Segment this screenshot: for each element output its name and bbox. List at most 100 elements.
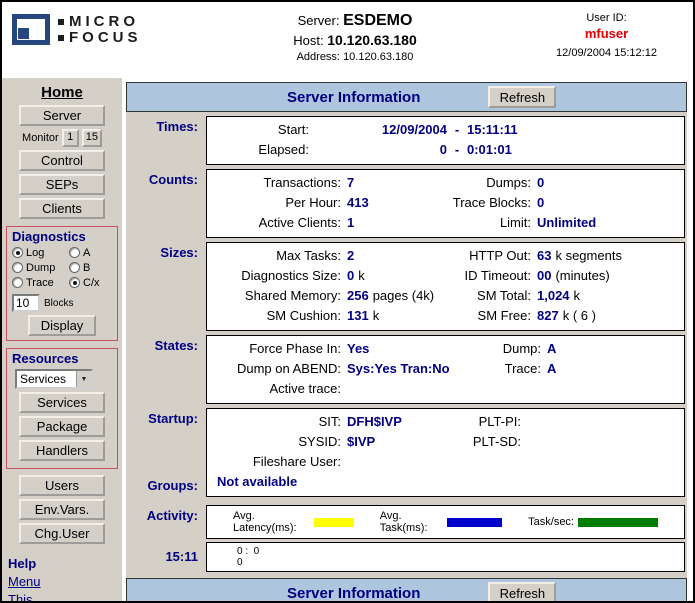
display-button[interactable]: Display [28,315,96,336]
admin-window: MICRO FOCUS Server: ESDEMO Host: 10.120.… [0,0,695,603]
field-value [347,379,467,399]
monitor-field-1[interactable]: 1 [62,129,79,147]
resources-select-value: Services [17,371,76,387]
diagnostics-title: Diagnostics [9,229,115,244]
startup-panel: SIT: DFH$IVP PLT-PI: SYSID: $IVP PLT-SD:… [206,408,685,497]
field-label: Force Phase In: [207,339,347,359]
main-area: Server Information Refresh Times: Start:… [122,78,693,601]
radio-button-icon [12,247,23,258]
field-label [467,379,547,399]
task-sec-legend-bar [578,518,658,527]
field-value: DFH$IVP [347,412,457,432]
field-value: 827k ( 6 ) [537,306,684,326]
services-button[interactable]: Services [19,392,105,413]
monitor-field-2[interactable]: 15 [82,129,102,147]
activity-row: Activity: Avg. Latency(ms): Avg. Task(ms… [126,505,687,539]
user-id-label: User ID: [528,12,685,24]
radio-label: C/x [83,277,100,289]
host-label: Host: [293,33,323,48]
diagnostics-radio-group: Log A Dump B Trace C/x [9,244,115,289]
field-value: A [547,339,684,359]
states-row: States: Force Phase In: Yes Dump: A Dump… [126,335,687,404]
times-row: Times: Start: 12/09/2004 - 15:11:11 Elap… [126,116,687,165]
refresh-button[interactable]: Refresh [488,582,556,603]
field-label: SM Total: [442,286,537,306]
radio-button-icon [12,277,23,288]
resources-select[interactable]: Services ▼ [15,369,93,389]
field-value: Yes [347,339,467,359]
menu-link[interactable]: Menu [8,574,41,589]
activity-value-line: 0 : 0 [237,546,684,557]
radio-log[interactable]: Log [12,246,69,259]
field-label: Trace: [467,359,547,379]
server-name: ESDEMO [343,12,412,29]
host-value: 10.120.63.180 [327,32,417,48]
field-value [347,452,457,472]
monitor-controls: Monitor 1 15 [2,129,122,147]
field-value [527,452,684,472]
handlers-button[interactable]: Handlers [19,440,105,461]
radio-label: Dump [26,262,55,274]
activity-time-row: 15:11 0 : 0 0 [126,542,687,572]
user-info: User ID: mfuser 12/09/2004 15:12:12 [528,2,693,78]
field-value: $IVP [347,432,457,452]
field-label: PLT-SD: [457,432,527,452]
clients-button[interactable]: Clients [19,198,105,219]
startup-grid: SIT: DFH$IVP PLT-PI: SYSID: $IVP PLT-SD:… [207,412,684,472]
latency-legend-bar [314,518,354,527]
field-label: SM Cushion: [207,306,347,326]
radio-b[interactable]: B [69,261,115,274]
users-button[interactable]: Users [19,475,105,496]
help-heading: Help [8,556,122,571]
radio-dump[interactable]: Dump [12,261,69,274]
radio-label: Trace [26,277,54,289]
radio-button-icon [69,277,80,288]
resources-title: Resources [9,351,115,366]
times-label: Times: [126,116,206,165]
field-label: SYSID: [207,432,347,452]
legend-latency: Avg. Latency(ms): [233,510,354,534]
startup-labels: Startup: Groups: [126,408,206,497]
elapsed-time-line: Elapsed: 0 - 0:01:01 [237,140,684,160]
truncated-link[interactable]: This [8,592,33,601]
radio-trace[interactable]: Trace [12,276,69,289]
page-header: MICRO FOCUS Server: ESDEMO Host: 10.120.… [2,2,693,78]
server-info-footer-bar: Server Information Refresh [126,578,687,603]
micro-focus-logo: MICRO FOCUS [2,2,182,78]
radio-a[interactable]: A [69,246,115,259]
chg-user-button[interactable]: Chg.User [19,523,105,544]
refresh-button[interactable]: Refresh [488,86,556,108]
blocks-control: 10 Blocks [9,294,115,312]
blocks-input[interactable]: 10 [12,294,40,312]
logo-bullet-icon [58,35,64,41]
task-ms-legend-bar [447,518,503,527]
address-value: 10.120.63.180 [343,51,413,63]
field-value [547,379,684,399]
seps-button[interactable]: SEPs [19,174,105,195]
env-vars-button[interactable]: Env.Vars. [19,499,105,520]
radio-label: Log [26,247,44,259]
logo-inner-square [18,28,29,39]
activity-timestamp-label: 15:11 [126,542,206,572]
radio-button-icon [12,262,23,273]
radio-button-icon [69,262,80,273]
field-value [527,432,684,452]
field-value: 1,024k [537,286,684,306]
field-value: 413 [347,193,442,213]
resources-group: Resources Services ▼ Services Package Ha… [6,348,118,469]
start-time: 15:11:11 [467,120,557,140]
server-button[interactable]: Server [19,105,105,126]
field-value: 0 [537,173,684,193]
home-link[interactable]: Home [2,84,122,101]
control-button[interactable]: Control [19,150,105,171]
elapsed-time: 0:01:01 [467,140,557,160]
field-label: Trace Blocks: [442,193,537,213]
package-button[interactable]: Package [19,416,105,437]
times-panel: Start: 12/09/2004 - 15:11:11 Elapsed: 0 … [206,116,685,165]
field-value: Unlimited [537,213,684,233]
server-information-panel: Server Information Refresh Times: Start:… [126,82,687,603]
field-label: SIT: [207,412,347,432]
login-timestamp: 12/09/2004 15:12:12 [528,47,685,59]
field-label: Active Clients: [207,213,347,233]
radio-cx[interactable]: C/x [69,276,115,289]
